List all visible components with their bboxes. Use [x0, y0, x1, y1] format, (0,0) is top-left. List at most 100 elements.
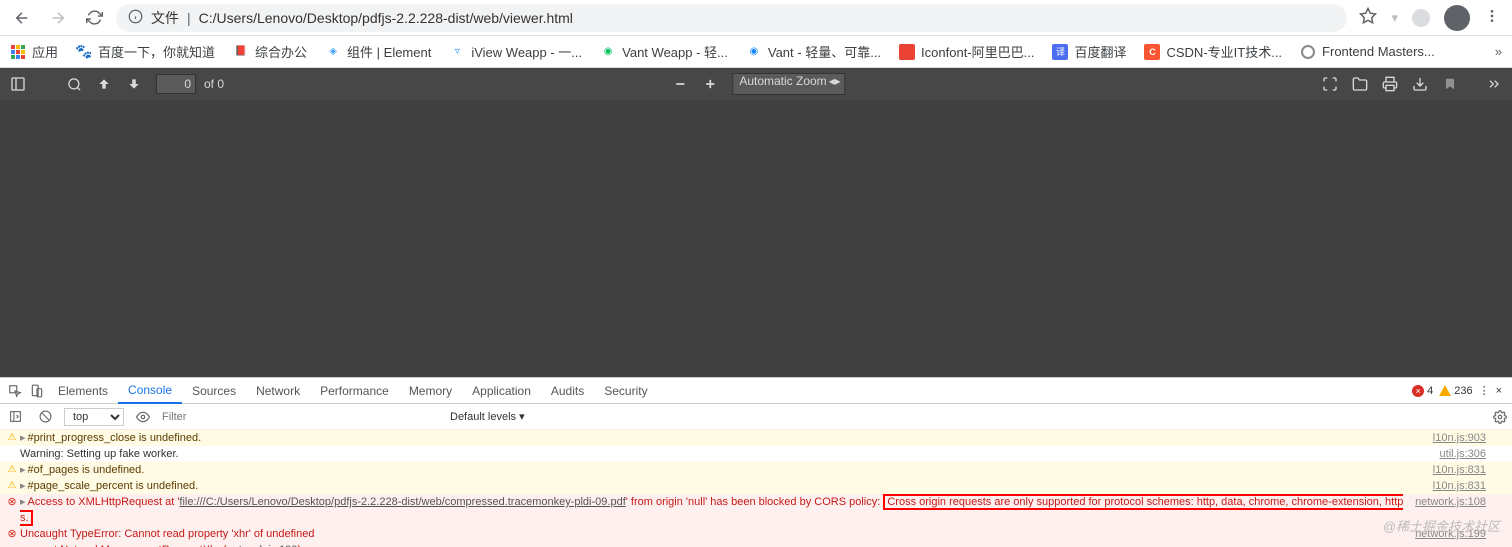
console-sidebar-toggle[interactable]: [4, 406, 26, 428]
bookmark-label: 组件 | Element: [347, 42, 431, 61]
reload-button[interactable]: [80, 4, 108, 32]
bookmark-label: iView Weapp - 一...: [471, 42, 582, 61]
zoom-in-button[interactable]: [696, 70, 724, 98]
bookmark-label: 百度翻译: [1074, 42, 1126, 61]
tools-button[interactable]: [1480, 70, 1508, 98]
bookmark-favicon: ◉: [746, 44, 762, 60]
console-log-row[interactable]: Uncaught TypeError: Cannot read property…: [0, 526, 1512, 542]
devtools-tabs: ElementsConsoleSourcesNetworkPerformance…: [0, 378, 1512, 404]
devtools-close-icon[interactable]: ×: [1496, 385, 1502, 397]
filter-input[interactable]: [162, 411, 442, 423]
bookmark-item[interactable]: 应用: [10, 42, 58, 61]
bookmark-favicon: [1300, 44, 1316, 60]
devtools-tab-performance[interactable]: Performance: [310, 378, 399, 404]
bookmark-item[interactable]: Iconfont-阿里巴巴...: [899, 42, 1034, 61]
page-number-input[interactable]: [156, 74, 196, 94]
bookmark-item[interactable]: Frontend Masters...: [1300, 44, 1435, 60]
device-toggle-icon[interactable]: [26, 380, 48, 402]
download-button[interactable]: [1406, 70, 1434, 98]
browser-menu-icon[interactable]: [1484, 8, 1500, 27]
bookmark-item[interactable]: ◈组件 | Element: [325, 42, 431, 61]
sidebar-toggle-button[interactable]: [4, 70, 32, 98]
console-source-link[interactable]: network.js:199: [1415, 526, 1490, 542]
bookmark-star-icon[interactable]: [1359, 7, 1377, 28]
log-levels-select[interactable]: Default levels ▾: [450, 410, 525, 423]
console-source-link[interactable]: util.js:306: [1440, 446, 1490, 462]
profile-avatar[interactable]: [1444, 5, 1470, 31]
bookmark-item[interactable]: 📕综合办公: [233, 42, 307, 61]
console-log-row[interactable]: ▸#of_pages is undefined.l10n.js:831: [0, 462, 1512, 478]
pdf-viewer-content[interactable]: [0, 100, 1512, 377]
devtools-menu-icon[interactable]: ⋮: [1479, 384, 1490, 397]
devtools-tab-console[interactable]: Console: [118, 378, 182, 404]
context-select[interactable]: top: [64, 408, 124, 426]
bookmark-favicon: 译: [1052, 44, 1068, 60]
console-settings-icon[interactable]: [1490, 406, 1510, 428]
console-log-row[interactable]: Warning: Setting up fake worker.util.js:…: [0, 446, 1512, 462]
previous-page-button[interactable]: [90, 70, 118, 98]
error-count-badge[interactable]: ×4: [1412, 385, 1433, 397]
bookmark-item[interactable]: ◉ Vant Weapp - 轻...: [600, 42, 728, 61]
extension-icon-2[interactable]: [1412, 9, 1430, 27]
console-source-link[interactable]: l10n.js:831: [1433, 478, 1490, 494]
open-file-button[interactable]: [1346, 70, 1374, 98]
next-page-button[interactable]: [120, 70, 148, 98]
presentation-mode-button[interactable]: [1316, 70, 1344, 98]
bookmark-label: 综合办公: [255, 42, 307, 61]
bookmark-favicon: [899, 44, 915, 60]
bookmark-item[interactable]: ◉ Vant - 轻量、可靠...: [746, 42, 881, 61]
devtools-tab-sources[interactable]: Sources: [182, 378, 246, 404]
forward-button[interactable]: [44, 4, 72, 32]
console-file-link[interactable]: file:///C:/Users/Lenovo/Desktop/pdfjs-2.…: [179, 496, 625, 508]
bookmark-label: Vant - 轻量、可靠...: [768, 42, 881, 61]
console-source-link[interactable]: l10n.js:903: [1433, 430, 1490, 446]
console-output[interactable]: ▸#print_progress_close is undefined.l10n…: [0, 430, 1512, 547]
console-stack-row: at NetworkManager.getRequestXhr (network…: [0, 542, 1512, 547]
bookmark-favicon: C: [1144, 44, 1160, 60]
devtools-tab-application[interactable]: Application: [462, 378, 541, 404]
address-bar[interactable]: 文件 | C:/Users/Lenovo/Desktop/pdfjs-2.2.2…: [116, 4, 1347, 32]
bookmark-item[interactable]: 译百度翻译: [1052, 42, 1126, 61]
console-source-link[interactable]: l10n.js:831: [1433, 462, 1490, 478]
bookmark-item[interactable]: ▿ iView Weapp - 一...: [449, 42, 582, 61]
bookmark-label: 应用: [32, 42, 58, 61]
bookmark-favicon: 🐾: [76, 44, 92, 60]
console-source-link[interactable]: network.js:108: [1415, 494, 1490, 526]
browser-nav-bar: 文件 | C:/Users/Lenovo/Desktop/pdfjs-2.2.2…: [0, 0, 1512, 36]
extension-icon-1[interactable]: ▾: [1391, 10, 1398, 26]
zoom-out-button[interactable]: [666, 70, 694, 98]
console-log-row[interactable]: ▸Access to XMLHttpRequest at 'file:///C:…: [0, 494, 1512, 526]
bookmarks-overflow-icon[interactable]: »: [1495, 44, 1502, 59]
zoom-select[interactable]: Automatic Zoom◂▸: [732, 73, 845, 95]
bookmark-label: Frontend Masters...: [1322, 44, 1435, 59]
bookmark-item[interactable]: 🐾百度一下，你就知道: [76, 42, 215, 61]
bookmark-label: Vant Weapp - 轻...: [622, 42, 728, 61]
address-url: C:/Users/Lenovo/Desktop/pdfjs-2.2.228-di…: [199, 10, 573, 26]
live-expression-icon[interactable]: [132, 406, 154, 428]
bookmark-button[interactable]: [1436, 70, 1464, 98]
search-button[interactable]: [60, 70, 88, 98]
devtools-tab-network[interactable]: Network: [246, 378, 310, 404]
console-log-row[interactable]: ▸#page_scale_percent is undefined.l10n.j…: [0, 478, 1512, 494]
devtools-tab-security[interactable]: Security: [594, 378, 657, 404]
devtools-tab-memory[interactable]: Memory: [399, 378, 462, 404]
bookmarks-bar: 应用 🐾百度一下，你就知道 📕综合办公 ◈组件 | Element ▿ iView Wea…: [0, 36, 1512, 68]
bookmark-favicon: ▿: [449, 44, 465, 60]
back-button[interactable]: [8, 4, 36, 32]
console-log-row[interactable]: ▸#print_progress_close is undefined.l10n…: [0, 430, 1512, 446]
page-count-label: of 0: [204, 77, 224, 91]
inspect-element-icon[interactable]: [4, 380, 26, 402]
info-icon: [128, 9, 143, 27]
clear-console-icon[interactable]: [34, 406, 56, 428]
bookmark-label: CSDN-专业IT技术...: [1166, 42, 1282, 61]
console-filter-bar: top Default levels ▾: [0, 404, 1512, 430]
bookmark-item[interactable]: C CSDN-专业IT技术...: [1144, 42, 1282, 61]
print-button[interactable]: [1376, 70, 1404, 98]
zoom-select-label: Automatic Zoom: [739, 74, 826, 88]
devtools-tab-elements[interactable]: Elements: [48, 378, 118, 404]
bookmark-favicon: [10, 44, 26, 60]
warning-count-badge[interactable]: 236: [1439, 385, 1472, 397]
address-type-label: 文件: [151, 8, 179, 28]
devtools-tab-audits[interactable]: Audits: [541, 378, 594, 404]
bookmark-favicon: ◉: [600, 44, 616, 60]
